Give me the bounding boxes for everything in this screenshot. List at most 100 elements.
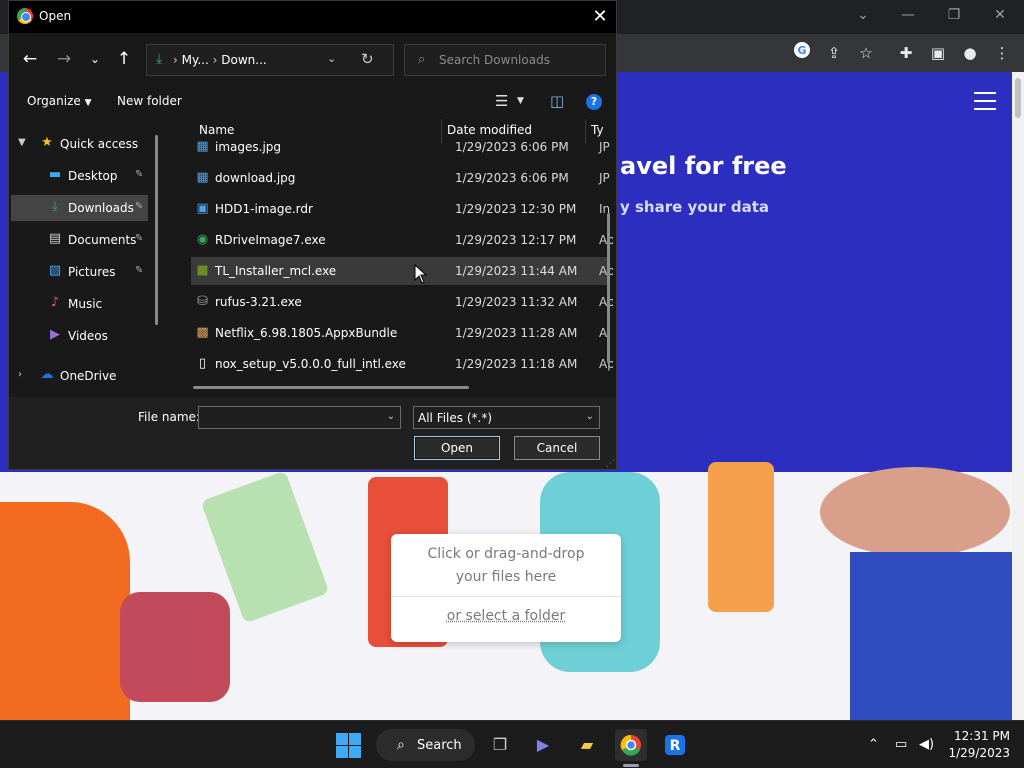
chrome-menu-icon[interactable]: ⋮ [990,41,1014,65]
nav-item-downloads[interactable]: ⤓ Downloads ✎ [11,195,148,221]
file-list-vertical-scrollbar[interactable] [607,213,610,363]
up-arrow-icon[interactable]: ↑ [112,48,136,72]
dialog-navigation-bar: ← → ⌄ ↑ ⤓ › My... › Down... ⌄ ↻ ⌕ [9,39,616,79]
volume-icon[interactable]: ◀) [919,737,934,752]
nav-label: Quick access [60,137,139,151]
pin-icon: ✎ [135,201,144,212]
task-view-icon[interactable]: ❐ [484,729,516,761]
taskbar-search[interactable]: ⌕ Search [376,729,475,761]
dialog-close-button[interactable]: ✕ [587,4,613,30]
windows-logo-tile [349,746,361,758]
nav-item-quick-access[interactable]: ▼ ★ Quick access [11,131,148,157]
teams-chat-icon[interactable]: ▶ [527,729,559,761]
extensions-puzzle-icon[interactable]: ✚ [894,41,918,65]
cancel-button[interactable]: Cancel [514,436,600,460]
file-name-input[interactable] [203,410,378,426]
file-name: images.jpg [215,140,282,154]
help-icon[interactable]: ? [586,94,602,110]
file-type-filter-dropdown[interactable]: All Files (*.*) ⌄ [413,406,600,429]
address-history-chevron-icon[interactable]: ⌄ [327,52,336,65]
expand-chevron-icon[interactable]: ▼ [18,137,26,148]
network-icon[interactable]: ▭ [895,737,907,752]
nav-label: Pictures [68,265,116,279]
file-row[interactable]: ▩ Netflix_6.98.1805.AppxBundle 1/29/2023… [191,319,610,347]
breadcrumb-item[interactable]: Down... [221,53,266,67]
pin-icon: ✎ [135,265,144,276]
file-name-combobox[interactable]: ⌄ [198,406,401,429]
view-options-icon[interactable]: ☰ [495,92,508,110]
svg-text:R: R [670,738,681,754]
file-dropzone[interactable]: Click or drag-and-drop your files here o… [391,534,621,642]
nav-label: Music [68,297,103,311]
r-drive-app-icon[interactable]: R [659,729,691,761]
start-button[interactable] [336,733,361,758]
resize-grip-icon[interactable]: ⋰ [606,459,615,469]
file-date: 1/29/2023 11:44 AM [455,264,578,278]
select-folder-link[interactable]: or select a folder [391,608,621,624]
forward-arrow-icon[interactable]: → [52,48,76,72]
file-date: 1/29/2023 11:32 AM [455,295,578,309]
hamburger-menu-icon[interactable] [974,92,996,110]
filter-chevron-icon[interactable]: ⌄ [586,411,594,422]
page-scrollbar-thumb[interactable] [1015,78,1021,118]
file-row[interactable]: ▦ images.jpg 1/29/2023 6:06 PM JP [191,133,609,161]
restore-button[interactable]: ❐ [939,4,969,26]
file-name: TL_Installer_mcl.exe [215,264,337,278]
expand-chevron-icon[interactable]: › [18,369,22,380]
clock-time[interactable]: 12:31 PM [940,729,1010,743]
image-file-icon: ▦ [196,139,209,154]
file-row[interactable]: ◉ RDriveImage7.exe 1/29/2023 12:17 PM Ap [191,226,613,254]
google-icon[interactable]: G [790,41,814,65]
file-row[interactable]: ⛁ rufus-3.21.exe 1/29/2023 11:32 AM Ap [191,288,613,316]
illustration-chair [120,592,230,702]
nav-item-documents[interactable]: ▤ Documents ✎ [11,227,148,253]
chrome-taskbar-icon[interactable] [615,729,647,761]
file-date: 1/29/2023 11:28 AM [455,326,578,340]
page-scrollbar[interactable] [1012,72,1024,720]
file-row[interactable]: ▣ HDD1-image.rdr 1/29/2023 12:30 PM In [191,195,610,223]
view-options-chevron-icon[interactable]: ▼ [517,96,524,106]
file-list-horizontal-scrollbar[interactable] [193,386,469,389]
search-box[interactable]: ⌕ [404,44,606,76]
bookmark-star-icon[interactable]: ☆ [854,41,878,65]
file-row[interactable]: ■ TL_Installer_mcl.exe 1/29/2023 11:44 A… [191,257,613,285]
tab-search-chevron-icon[interactable]: ⌄ [848,4,878,26]
nav-item-onedrive[interactable]: › ☁ OneDrive [11,363,148,389]
clock-date[interactable]: 1/29/2023 [940,746,1010,760]
search-input[interactable] [439,51,599,69]
breadcrumb-item[interactable]: My... [182,53,209,67]
file-explorer-icon[interactable]: ▰ [571,729,603,761]
file-row[interactable]: ▦ download.jpg 1/29/2023 6:06 PM JP [191,164,609,192]
preview-pane-icon[interactable]: ◫ [550,92,564,110]
show-hidden-icons-chevron-icon[interactable]: ⌃ [868,737,879,752]
profile-icon[interactable]: ● [958,41,982,65]
address-bar[interactable]: ⤓ › My... › Down... ⌄ ↻ [146,44,394,76]
new-folder-button[interactable]: New folder [117,94,182,108]
refresh-icon[interactable]: ↻ [361,50,374,68]
file-name-chevron-icon[interactable]: ⌄ [387,411,395,422]
nav-label: Desktop [68,169,118,183]
back-arrow-icon[interactable]: ← [18,48,42,72]
nav-item-desktop[interactable]: ▬ Desktop ✎ [11,163,148,189]
side-panel-icon[interactable]: ▣ [926,41,950,65]
file-row[interactable]: ▯ nox_setup_v5.0.0.0_full_intl.exe 1/29/… [191,350,613,378]
nav-label: Videos [68,329,108,343]
open-button[interactable]: Open [414,436,500,460]
nav-item-videos[interactable]: ▶ Videos [11,323,148,349]
address-breadcrumb[interactable]: › My... › Down... [173,53,267,67]
open-file-dialog: Open ✕ ← → ⌄ ↑ ⤓ › My... › Down... ⌄ ↻ ⌕… [8,0,617,470]
close-window-button[interactable]: ✕ [985,4,1015,26]
minimize-button[interactable]: — [893,4,923,26]
recent-locations-chevron-icon[interactable]: ⌄ [83,48,107,72]
usb-drive-icon: ⛁ [197,294,208,309]
nav-pane-scrollbar[interactable] [155,135,158,325]
nav-item-pictures[interactable]: ▨ Pictures ✎ [11,259,148,285]
organize-button[interactable]: Organize ▼ [27,94,92,108]
share-icon[interactable]: ⇪ [822,41,846,65]
file-name: Netflix_6.98.1805.AppxBundle [215,326,398,340]
illustration-hat [820,467,1010,557]
file-date: 1/29/2023 11:18 AM [455,357,578,371]
file-date: 1/29/2023 6:06 PM [455,140,569,154]
nav-item-music[interactable]: ♪ Music [11,291,148,317]
dialog-command-bar: Organize ▼ New folder ☰ ▼ ◫ ? [9,87,616,117]
